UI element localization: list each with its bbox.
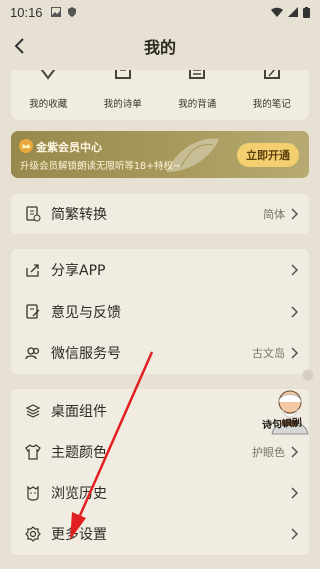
row-simplified-traditional[interactable]: 简繁转换 简体 [11,194,309,234]
quick-item-label: 我的背诵 [178,99,217,110]
battery-icon [303,6,310,18]
book-list-icon [114,70,131,79]
vip-open-button[interactable]: 立即开通 [237,143,299,167]
quick-item-label: 我的收藏 [29,99,68,110]
row-label: 微信服务号 [51,346,121,362]
share-icon [26,264,39,277]
vip-title: 金紫会员中心 [36,141,102,154]
row-wechat-service[interactable]: 微信服务号 古文岛 [11,333,309,373]
quick-item-label: 我的诗单 [103,99,142,110]
recite-icon [189,70,206,79]
wifi-icon [271,7,283,17]
page-title: 我的 [143,38,176,57]
status-time: 10:16 [10,4,43,20]
history-icon [27,485,39,501]
chevron-right-icon [291,487,299,499]
signal-icon [288,7,298,17]
quick-item-poem-list[interactable]: 我的诗单 [86,70,161,120]
note-icon [263,70,280,79]
feedback-icon [26,304,40,319]
security-notification-icon [67,7,76,17]
row-label: 浏览历史 [51,486,107,502]
row-value: 简体 [263,208,285,221]
row-label: 分享APP [51,263,106,279]
row-label: 更多设置 [51,527,107,543]
row-value: 护眼色 [252,446,285,459]
settings-icon [25,526,41,542]
row-more-settings[interactable]: 更多设置 [11,514,309,554]
avatar-caption: 诗句识别 [261,417,303,432]
wechat-service-icon [25,347,40,360]
close-icon[interactable] [302,369,314,381]
chevron-right-icon [291,528,299,540]
row-label: 主题颜色 [51,445,107,461]
row-browse-history[interactable]: 浏览历史 [11,473,309,513]
back-arrow-icon[interactable] [10,36,30,56]
chevron-right-icon [291,264,299,276]
poem-recognition-avatar[interactable] [264,384,316,440]
crown-icon [19,139,33,153]
quick-access-card: 我的收藏 我的诗单 我的背诵 我的笔记 [11,70,309,120]
heart-icon [41,70,56,80]
quick-item-label: 我的笔记 [252,99,291,110]
chevron-right-icon [291,306,299,318]
theme-icon [25,444,41,460]
row-label: 简繁转换 [51,207,107,223]
quick-item-recite[interactable]: 我的背诵 [160,70,235,120]
row-label: 桌面组件 [51,404,107,420]
quick-item-notes[interactable]: 我的笔记 [235,70,310,120]
vip-banner[interactable]: 金紫会员中心 升级会员解锁朗读无限听等18+特权~ 立即开通 [11,131,309,178]
settings-card-conversion: 简繁转换 简体 [11,194,309,234]
widget-icon [25,404,41,418]
navigation-bar: 我的 [0,24,320,68]
vip-subtitle: 升级会员解锁朗读无限听等18+特权~ [20,161,182,172]
row-label: 意见与反馈 [51,305,121,321]
chevron-right-icon [291,347,299,359]
quick-item-favorites[interactable]: 我的收藏 [11,70,86,120]
status-bar: 10:16 [0,0,320,24]
row-share-app[interactable]: 分享APP [11,250,309,290]
chevron-right-icon [291,446,299,458]
settings-card-social: 分享APP 意见与反馈 微信服务号 古文岛 [11,249,309,374]
chevron-right-icon [291,208,299,220]
convert-icon [26,206,41,222]
image-notification-icon [50,7,61,17]
row-value: 古文岛 [252,347,285,360]
row-feedback[interactable]: 意见与反馈 [11,292,309,332]
